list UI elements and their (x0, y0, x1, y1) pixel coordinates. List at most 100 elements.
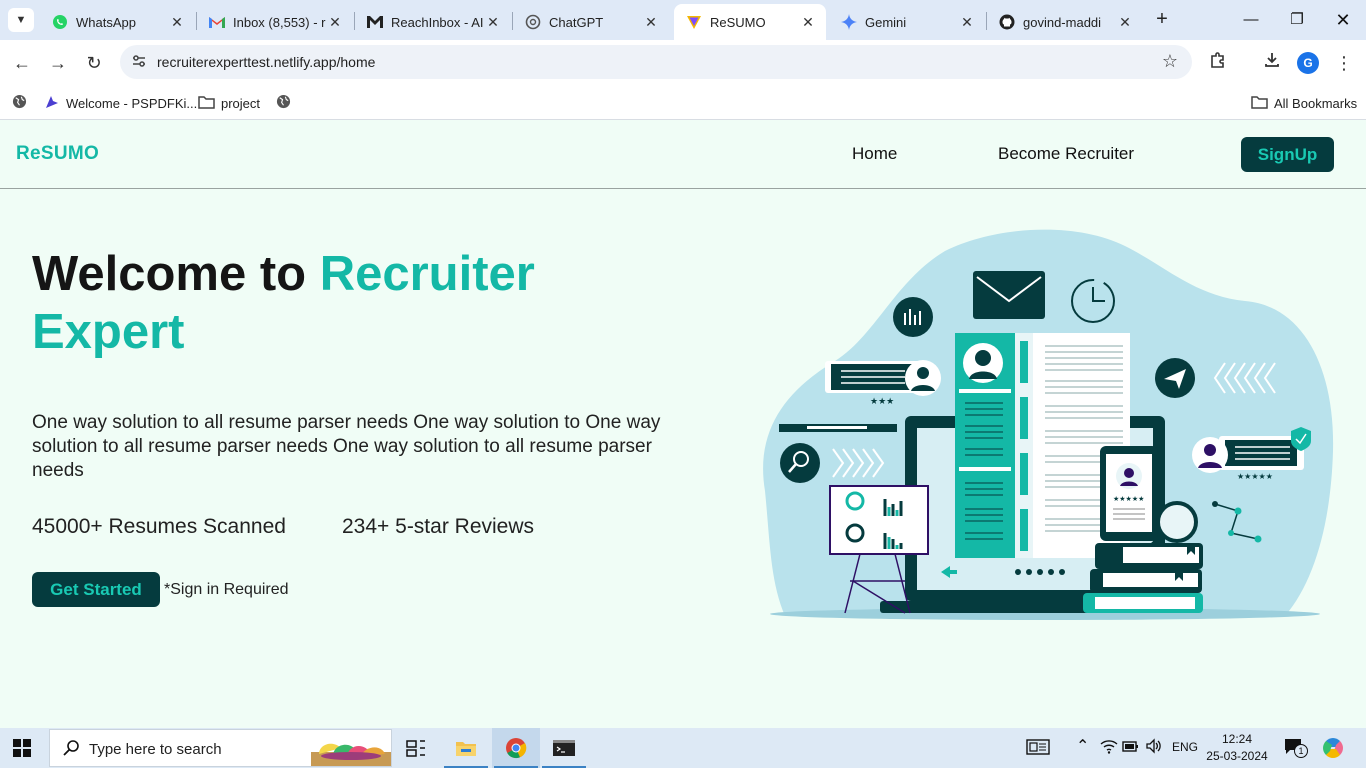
chevron-down-icon: ▼ (15, 14, 27, 26)
get-started-button[interactable]: Get Started (32, 572, 160, 607)
forward-button[interactable]: → (44, 49, 72, 77)
tab-title: ChatGPT (549, 14, 604, 30)
stat-reviews: 234+ 5-star Reviews (342, 515, 535, 538)
signup-button[interactable]: SignUp (1241, 137, 1334, 172)
start-button[interactable] (10, 736, 34, 760)
stat-resumes-scanned: 45000+ Resumes Scanned (32, 515, 286, 538)
folder-icon (1251, 95, 1268, 112)
arrow-left-icon: ← (13, 53, 31, 73)
brand-logo[interactable]: ReSUMO (16, 143, 99, 165)
input-language[interactable]: ENG (1172, 740, 1198, 754)
tab-title: Inbox (8,553) - r (233, 14, 326, 30)
reload-icon: ↻ (86, 53, 102, 73)
folder-icon (198, 95, 215, 112)
show-hidden-icons-button[interactable]: ⌃ (1076, 736, 1089, 756)
globe-icon (276, 94, 291, 112)
close-icon[interactable]: ✕ (643, 14, 659, 31)
close-window-button[interactable]: ✕ (1320, 6, 1366, 34)
bookmark-label: Welcome - PSPDFKi... (66, 95, 198, 111)
search-highlight-decoration-icon (311, 743, 391, 766)
hero-title-accent: Recruiter (319, 247, 535, 301)
wifi-status[interactable] (1100, 738, 1118, 757)
task-view-button[interactable] (392, 728, 440, 768)
bookmarks-bar: Welcome - PSPDFKi... project All Bookmar… (0, 86, 1366, 120)
tab-search-button[interactable]: ▼ (8, 8, 34, 32)
minimize-icon: — (1243, 11, 1259, 28)
downloads-button[interactable] (1260, 51, 1284, 75)
hero-description: One way solution to all resume parser ne… (32, 412, 661, 481)
wifi-icon (1100, 740, 1118, 754)
tab-title: Gemini (865, 14, 907, 30)
gmail-icon (209, 14, 225, 30)
svg-text:★★★★★: ★★★★★ (1237, 472, 1273, 481)
address-bar[interactable]: recruiterexperttest.netlify.app/home ☆ (120, 45, 1192, 79)
news-widget-button[interactable] (1026, 738, 1050, 759)
copilot-icon (1323, 738, 1343, 758)
bookmark-star-icon[interactable]: ☆ (1162, 51, 1178, 72)
tab-reachinbox[interactable]: ReachInbox - AI ✕ (355, 4, 511, 40)
bookmark-folder-project[interactable]: project (198, 92, 260, 114)
tab-chatgpt[interactable]: ChatGPT ✕ (513, 4, 669, 40)
hero-title: Welcome to Recruiter Expert (32, 245, 672, 361)
tab-gemini[interactable]: Gemini ✕ (829, 4, 985, 40)
close-icon[interactable]: ✕ (485, 14, 501, 31)
all-bookmarks-label: All Bookmarks (1274, 95, 1358, 111)
restore-button[interactable]: ❐ (1274, 6, 1320, 34)
terminal-taskbar-button[interactable] (540, 728, 588, 768)
bookmark-globe-2[interactable] (276, 92, 297, 114)
back-button[interactable]: ← (8, 49, 36, 77)
search-icon (62, 739, 80, 762)
hero-title-part1: Welcome to (32, 247, 320, 301)
minimize-button[interactable]: — (1228, 6, 1274, 34)
arrow-right-icon: → (49, 53, 67, 73)
new-tab-button[interactable]: + (1150, 8, 1174, 32)
puzzle-icon (1211, 52, 1224, 68)
news-icon (1026, 739, 1050, 755)
nav-link-become-recruiter[interactable]: Become Recruiter (998, 144, 1134, 164)
battery-icon (1122, 741, 1138, 752)
volume-control[interactable] (1145, 738, 1163, 757)
bookmark-label: project (221, 95, 261, 111)
bookmark-globe-1[interactable] (12, 92, 33, 114)
tab-gmail[interactable]: Inbox (8,553) - r ✕ (197, 4, 353, 40)
extensions-button[interactable] (1206, 51, 1230, 75)
tab-github[interactable]: govind-maddi ✕ (987, 4, 1143, 40)
system-clock[interactable]: 12:24 25-03-2024 (1205, 731, 1269, 765)
chevron-up-icon: ⌃ (1076, 738, 1090, 755)
file-explorer-button[interactable] (442, 728, 490, 768)
all-bookmarks[interactable]: All Bookmarks (1251, 92, 1357, 114)
hero-title-accent-2: Expert (32, 305, 185, 359)
taskbar-search-box[interactable]: Type here to search (49, 729, 392, 767)
resumo-icon (686, 14, 702, 30)
battery-status[interactable] (1122, 738, 1140, 757)
reload-button[interactable]: ↻ (80, 49, 108, 77)
tab-whatsapp[interactable]: WhatsApp ✕ (40, 4, 195, 40)
close-icon[interactable]: ✕ (327, 14, 343, 31)
nav-link-home[interactable]: Home (852, 144, 897, 164)
bookmark-pspdfkit[interactable]: Welcome - PSPDFKi... (44, 92, 197, 114)
restore-icon: ❐ (1290, 11, 1304, 28)
windows-logo-icon (13, 739, 31, 757)
close-icon[interactable]: ✕ (959, 14, 975, 31)
browser-menu-button[interactable]: ⋮ (1332, 51, 1356, 75)
url-text: recruiterexperttest.netlify.app/home (157, 54, 376, 70)
close-icon[interactable]: ✕ (800, 14, 816, 31)
close-icon[interactable]: ✕ (1117, 14, 1133, 31)
tab-title: ReSUMO (710, 14, 766, 30)
hero-illustration: ★★★ ★★★★★ ★★★★★ (763, 229, 1334, 620)
clock-date: 25-03-2024 (1206, 749, 1268, 763)
profile-avatar[interactable]: G (1297, 52, 1319, 74)
folder-icon (456, 742, 476, 756)
pspdfkit-icon (44, 94, 60, 113)
notifications-button[interactable]: 1 (1284, 738, 1308, 759)
chrome-taskbar-button[interactable] (492, 728, 540, 768)
windows-taskbar: Type here to search ⌃ ENG 12:24 25-03-20… (0, 728, 1366, 768)
site-settings-icon[interactable] (130, 53, 148, 71)
tab-resumo[interactable]: ReSUMO ✕ (674, 4, 826, 40)
copilot-button[interactable] (1322, 737, 1344, 762)
close-icon[interactable]: ✕ (169, 14, 185, 31)
browser-toolbar: ← → ↻ recruiterexperttest.netlify.app/ho… (0, 40, 1366, 86)
globe-icon (12, 94, 27, 112)
tab-title: govind-maddi (1023, 14, 1102, 30)
kebab-menu-icon: ⋮ (1335, 53, 1353, 73)
